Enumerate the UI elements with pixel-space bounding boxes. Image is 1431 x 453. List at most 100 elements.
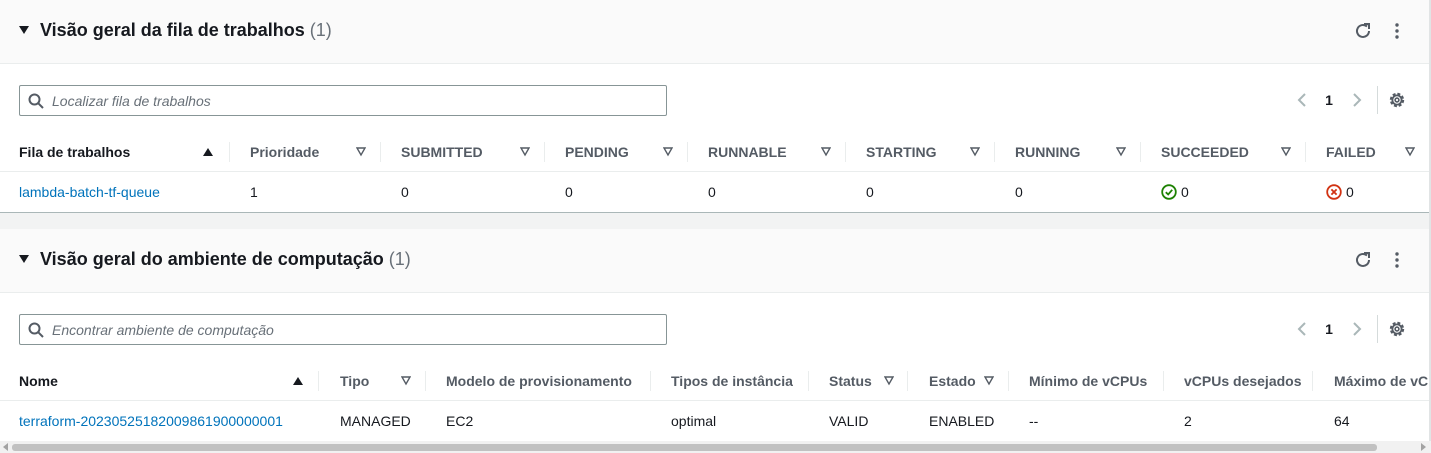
- sort-icon[interactable]: [970, 147, 980, 157]
- page-number[interactable]: 1: [1323, 321, 1335, 337]
- col-divider: [845, 142, 846, 162]
- cell-queue-name: lambda-batch-tf-queue: [19, 172, 224, 212]
- cell-failed: 0: [1346, 184, 1354, 200]
- sort-icon[interactable]: [884, 376, 894, 386]
- check-circle-icon: [1161, 184, 1177, 200]
- scrollbar-thumb[interactable]: [12, 444, 1377, 451]
- sort-icon[interactable]: [821, 147, 831, 157]
- compute-env-search-input[interactable]: [52, 315, 662, 344]
- cell-submitted: 0: [401, 184, 409, 200]
- sort-ascending-icon[interactable]: [203, 147, 213, 157]
- search-icon: [28, 322, 44, 338]
- cell-instance-types: optimal: [671, 413, 717, 429]
- col-divider: [1008, 371, 1009, 391]
- gear-icon[interactable]: [1388, 320, 1406, 338]
- sort-icon[interactable]: [984, 376, 994, 386]
- col-divider: [650, 371, 651, 391]
- table-row: lambda-batch-tf-queue 1 0 0 0 0 0 0 0: [0, 172, 1431, 212]
- col-header-succeeded[interactable]: SUCCEEDED: [1161, 133, 1271, 171]
- cell-succeeded: 0: [1181, 184, 1189, 200]
- horizontal-scrollbar[interactable]: [0, 441, 1431, 453]
- cell-desired-vcpus: 2: [1184, 413, 1192, 429]
- cell-state: ENABLED: [929, 413, 995, 429]
- col-header-submitted[interactable]: SUBMITTED: [401, 133, 511, 171]
- table-row: terraform-20230525182009861900000001 MAN…: [0, 401, 1431, 441]
- cell-min-vcpus: --: [1029, 413, 1039, 429]
- cell-running: 0: [1015, 184, 1023, 200]
- col-header-max-vcpus[interactable]: Máximo de vCPUs: [1334, 362, 1429, 400]
- job-queue-search-input[interactable]: [52, 86, 662, 115]
- env-name-link[interactable]: terraform-20230525182009861900000001: [19, 413, 283, 429]
- col-header-runnable[interactable]: RUNNABLE: [708, 133, 808, 171]
- cell-starting: 0: [866, 184, 874, 200]
- queue-name-link[interactable]: lambda-batch-tf-queue: [19, 184, 160, 200]
- page-number[interactable]: 1: [1323, 92, 1335, 108]
- panel-gap: [0, 213, 1431, 229]
- col-header-desired-vcpus[interactable]: vCPUs desejados: [1184, 362, 1314, 400]
- job-queue-title: Visão geral da fila de trabalhos (1): [40, 20, 332, 41]
- col-divider: [1312, 371, 1313, 391]
- col-header-pending[interactable]: PENDING: [565, 133, 655, 171]
- sort-icon[interactable]: [401, 376, 411, 386]
- compute-env-table-header: Nome Tipo Modelo de provisionamento Tipo…: [0, 362, 1431, 401]
- col-header-state[interactable]: Estado: [929, 362, 979, 400]
- compute-env-title: Visão geral do ambiente de computação (1…: [40, 249, 411, 270]
- cell-type: MANAGED: [340, 413, 411, 429]
- col-header-instance-types[interactable]: Tipos de instância: [671, 362, 801, 400]
- job-queue-search[interactable]: [19, 85, 667, 116]
- refresh-icon[interactable]: [1353, 250, 1373, 270]
- sort-icon[interactable]: [520, 147, 530, 157]
- col-header-running[interactable]: RUNNING: [1015, 133, 1105, 171]
- col-divider: [544, 142, 545, 162]
- col-header-provisioning[interactable]: Modelo de provisionamento: [446, 362, 646, 400]
- job-queue-title-text: Visão geral da fila de trabalhos: [40, 20, 305, 40]
- col-header-priority[interactable]: Prioridade: [250, 133, 350, 171]
- sort-icon[interactable]: [356, 147, 366, 157]
- sort-icon[interactable]: [1281, 147, 1291, 157]
- pager-divider: [1377, 86, 1378, 114]
- col-divider: [425, 371, 426, 391]
- col-divider: [380, 142, 381, 162]
- scroll-left-icon[interactable]: [2, 443, 10, 451]
- col-divider: [687, 142, 688, 162]
- more-vertical-icon[interactable]: [1387, 21, 1407, 41]
- col-divider: [1163, 371, 1164, 391]
- caret-down-icon[interactable]: [18, 253, 30, 265]
- sort-icon[interactable]: [663, 147, 673, 157]
- sort-ascending-icon[interactable]: [293, 376, 303, 386]
- compute-env-count: (1): [388, 249, 411, 269]
- scroll-right-icon[interactable]: [1419, 443, 1427, 451]
- cell-env-name: terraform-20230525182009861900000001: [19, 401, 314, 441]
- col-header-name[interactable]: Nome: [19, 362, 219, 400]
- caret-down-icon[interactable]: [18, 24, 30, 36]
- col-header-starting[interactable]: STARTING: [866, 133, 956, 171]
- col-divider: [994, 142, 995, 162]
- col-header-type[interactable]: Tipo: [340, 362, 395, 400]
- col-divider: [1140, 142, 1141, 162]
- sort-icon[interactable]: [1405, 147, 1415, 157]
- more-vertical-icon[interactable]: [1387, 250, 1407, 270]
- pager-divider: [1377, 315, 1378, 343]
- cell-runnable: 0: [708, 184, 716, 200]
- col-divider: [907, 371, 908, 391]
- refresh-icon[interactable]: [1353, 21, 1373, 41]
- compute-env-panel: Visão geral do ambiente de computação (1…: [0, 229, 1431, 441]
- col-header-min-vcpus[interactable]: Mínimo de vCPUs: [1029, 362, 1169, 400]
- chevron-left-icon[interactable]: [1295, 92, 1309, 108]
- cell-provisioning: EC2: [446, 413, 474, 429]
- col-divider: [808, 371, 809, 391]
- compute-env-search[interactable]: [19, 314, 667, 345]
- gear-icon[interactable]: [1388, 91, 1406, 109]
- compute-env-title-text: Visão geral do ambiente de computação: [40, 249, 384, 269]
- job-queue-panel: Visão geral da fila de trabalhos (1) 1 F…: [0, 0, 1431, 212]
- col-header-status[interactable]: Status: [829, 362, 879, 400]
- chevron-right-icon[interactable]: [1350, 321, 1364, 337]
- chevron-left-icon[interactable]: [1295, 321, 1309, 337]
- col-divider: [1305, 142, 1306, 162]
- job-queue-header: Visão geral da fila de trabalhos (1): [0, 0, 1431, 64]
- col-header-job-queue[interactable]: Fila de trabalhos: [19, 133, 219, 171]
- chevron-right-icon[interactable]: [1350, 92, 1364, 108]
- col-header-failed[interactable]: FAILED: [1326, 133, 1396, 171]
- sort-icon[interactable]: [1116, 147, 1126, 157]
- x-circle-icon: [1326, 184, 1342, 200]
